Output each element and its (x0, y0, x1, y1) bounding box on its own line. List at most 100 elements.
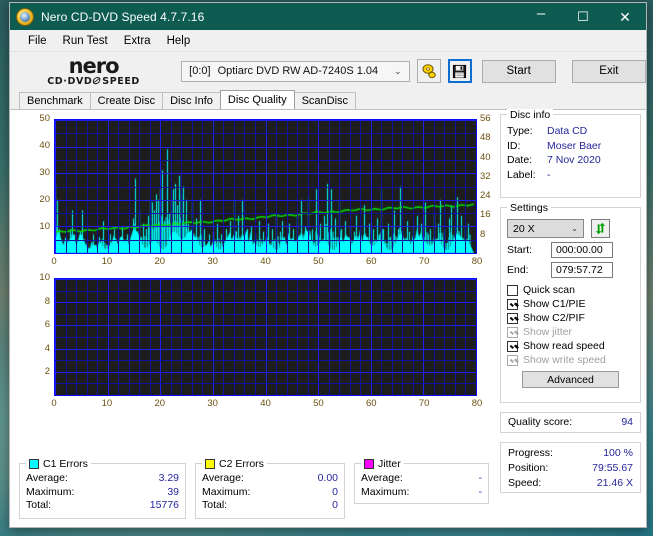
end-field-row: End: 079:57.72 (501, 262, 640, 278)
y-tick-label: 40 (39, 140, 50, 151)
position-row: Position: 79:55.67 (508, 462, 633, 474)
disc-eject-button[interactable] (416, 59, 441, 83)
grid-line-horizontal (55, 372, 476, 373)
checkbox-show-read-speed[interactable]: Show read speed (501, 340, 640, 352)
side-panel: Disc info Type: Data CD ID: Moser Baer Dat… (498, 109, 646, 527)
charts-panel: 10 20 30 40 50 8 16 24 32 40 48 56 0 10 20 30 40 50 60 70 80… (10, 110, 498, 527)
menu-item-file[interactable]: File (20, 33, 55, 49)
tab-create-disc[interactable]: Create Disc (89, 92, 164, 109)
chevron-down-icon: ⌄ (394, 65, 402, 76)
refresh-button[interactable] (591, 219, 610, 238)
toolbar: nero CD·DVD⊘SPEED [0:0] Optiarc DVD RW A… (10, 52, 646, 90)
tab-strip: Benchmark Create Disc Disc Info Disc Qua… (10, 90, 646, 109)
quality-score-label: Quality score: (508, 416, 573, 428)
y-tick-label: 20 (39, 194, 50, 205)
checkbox-quick-scan[interactable]: Quick scan (501, 284, 640, 296)
menu-item-run-test[interactable]: Run Test (55, 33, 116, 49)
x-tick-label: 20 (154, 398, 166, 409)
y2-tick-label: 24 (480, 190, 491, 202)
minimize-button[interactable]: – (520, 3, 562, 30)
grid-line-horizontal (55, 383, 476, 384)
disc-info-row-type: Type: Data CD (507, 125, 588, 137)
close-button[interactable]: ✕ (604, 3, 646, 30)
y-tick-label: 30 (39, 167, 50, 178)
x-tick-label: 10 (101, 398, 113, 409)
drive-select[interactable]: [0:0] Optiarc DVD RW AD-7240S 1.04 ⌄ (181, 60, 410, 82)
grid-line-vertical (476, 279, 477, 395)
checkbox-box (507, 298, 518, 310)
stat-row: Total: 0 (202, 499, 338, 511)
checkbox-label: Quick scan (523, 284, 575, 296)
start-label: Start: (507, 244, 533, 256)
tab-benchmark[interactable]: Benchmark (19, 92, 91, 109)
end-input[interactable]: 079:57.72 (551, 262, 613, 278)
menu-item-extra[interactable]: Extra (116, 33, 159, 49)
exit-button[interactable]: Exit (571, 59, 646, 83)
application-window: Nero CD-DVD Speed 4.7.7.16 – ☐ ✕ File Ru… (9, 2, 647, 528)
y-tick-label: 8 (44, 295, 50, 307)
x-tick-label: 60 (365, 398, 377, 409)
y2-tick-label: 8 (480, 228, 486, 240)
disc-eject-icon (422, 64, 436, 79)
settings-caption: Settings (507, 202, 551, 214)
tab-scandisc[interactable]: ScanDisc (293, 92, 357, 109)
checkbox-box (507, 340, 518, 352)
stat-row: Maximum: 39 (26, 485, 179, 498)
logo-tagline: CD·DVD⊘SPEED (47, 73, 140, 87)
chevron-down-icon: ⌄ (571, 224, 578, 233)
grid-line-horizontal (55, 240, 476, 241)
jitter-box: Jitter Average: - Maximum: - (354, 458, 489, 504)
menu-item-help[interactable]: Help (159, 33, 199, 49)
grid-line-horizontal (55, 337, 476, 338)
c1-error-chart[interactable]: 10 20 30 40 50 8 16 24 32 40 48 56 0 10 20 30 40 50 60 70 80 (10, 110, 498, 278)
error-statistics: C1 Errors Average: 3.29 Maximum: 39 Total:… (19, 458, 489, 519)
grid-line-horizontal (55, 200, 476, 201)
settings-group: Settings 20 X ⌄ Start: 000:00.00 End: 07… (500, 202, 641, 403)
checkbox-show-c2-pif[interactable]: Show C2/PIF (501, 312, 640, 324)
speed-select[interactable]: 20 X ⌄ (507, 219, 584, 238)
advanced-button[interactable]: Advanced (522, 371, 619, 388)
start-button[interactable]: Start (481, 59, 556, 83)
maximize-button[interactable]: ☐ (562, 3, 604, 30)
checkbox-label: Show jitter (523, 326, 573, 338)
grid-line-horizontal (55, 226, 476, 227)
checkbox-label: Show read speed (523, 340, 605, 352)
start-input[interactable]: 000:00.00 (551, 242, 613, 258)
c2-color-swatch (205, 459, 215, 469)
y-tick-label: 2 (44, 366, 50, 378)
drive-name: Optiarc DVD RW AD-7240S 1.04 (217, 65, 379, 77)
grid-line-horizontal (55, 173, 476, 174)
grid-line-horizontal (55, 253, 476, 254)
x-tick-label: 30 (207, 256, 218, 267)
grid-line-horizontal (55, 314, 476, 315)
save-results-button[interactable] (447, 59, 472, 83)
stat-row: Average: 3.29 (26, 472, 179, 484)
nero-logo: nero CD·DVD⊘SPEED (28, 55, 159, 87)
c2-error-chart[interactable]: 2 4 6 8 10 0 10 20 30 40 50 60 70 80 (10, 272, 498, 420)
disc-info-row-label: Label: - (507, 168, 551, 181)
tab-disc-quality[interactable]: Disc Quality (219, 90, 295, 109)
y-tick-label: 10 (39, 221, 50, 232)
refresh-arrows-icon (595, 222, 606, 235)
x-tick-label: 80 (471, 256, 483, 267)
stat-row: Maximum: 0 (202, 485, 338, 498)
tab-disc-info[interactable]: Disc Info (162, 92, 221, 109)
y2-tick-label: 56 (480, 113, 491, 124)
c1-plot-area (54, 119, 477, 254)
disc-info-group: Disc info Type: Data CD ID: Moser Baer Dat… (500, 109, 641, 198)
window-controls: – ☐ ✕ (520, 3, 646, 30)
c2-errors-box: C2 Errors Average: 0.00 Maximum: 0 Total: 0 (195, 458, 345, 519)
speed-row: Speed: 21.46 X (508, 477, 633, 489)
title-bar: Nero CD-DVD Speed 4.7.7.16 – ☐ ✕ (10, 3, 646, 30)
disc-info-caption: Disc info (507, 109, 554, 121)
y-tick-label: 4 (44, 342, 50, 354)
c2-errors-caption: C2 Errors (202, 458, 267, 470)
start-field-row: Start: 000:00.00 (501, 242, 640, 258)
stat-row: Maximum: - (361, 485, 482, 498)
y2-tick-label: 40 (480, 151, 491, 163)
progress-group: Progress: 100 % Position: 79:55.67 Speed: 2… (500, 442, 641, 493)
speed-value: 20 X (513, 222, 535, 235)
checkbox-show-c1-pie[interactable]: Show C1/PIE (501, 298, 640, 310)
y2-tick-label: 16 (480, 209, 491, 221)
grid-line-horizontal (55, 349, 476, 350)
